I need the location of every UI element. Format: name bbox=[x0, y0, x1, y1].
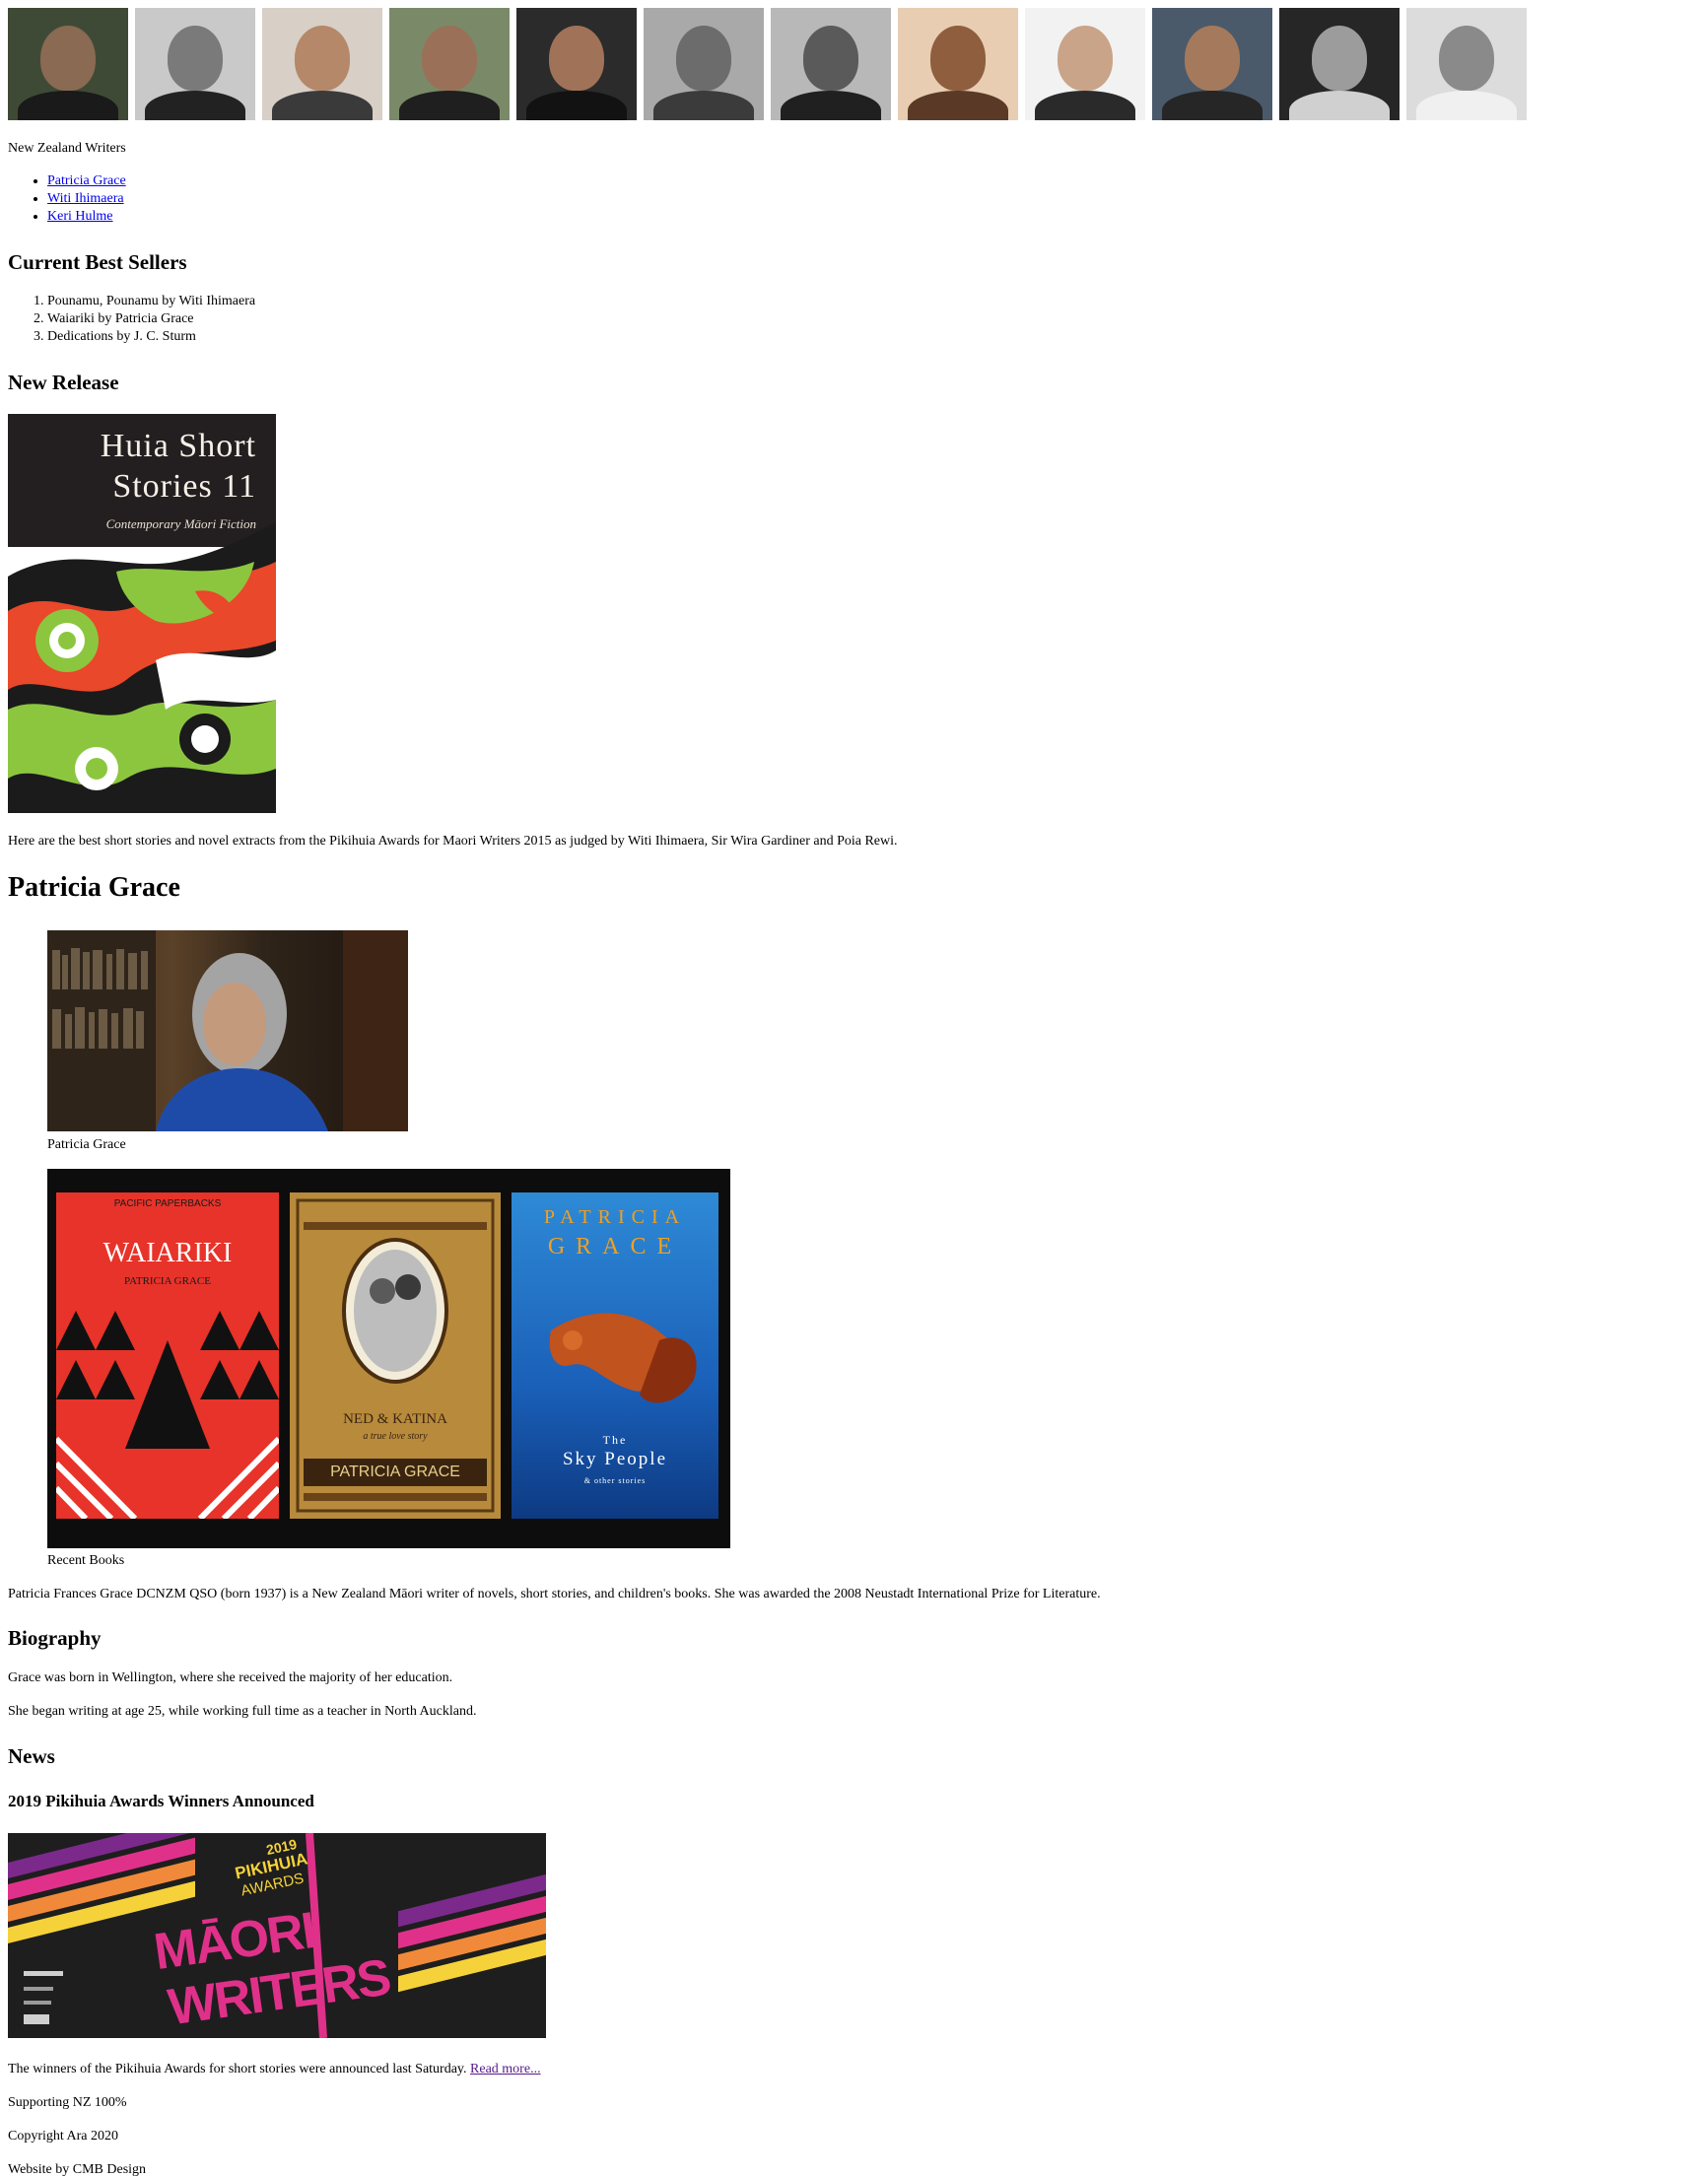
portrait-11 bbox=[1279, 8, 1400, 120]
author-name-heading: Patricia Grace bbox=[8, 872, 180, 903]
news-item-title: 2019 Pikihuia Awards Winners Announced bbox=[8, 1792, 314, 1810]
portrait-shoulders bbox=[1289, 91, 1390, 120]
bio-paragraph: She began writing at age 25, while worki… bbox=[8, 1704, 477, 1719]
sky-people-subtitle: & other stories bbox=[583, 1476, 647, 1485]
book-cover-ned-katina: NED & KATINA a true love story PATRICIA … bbox=[290, 1192, 501, 1519]
nav-link-patricia-grace[interactable]: Patricia Grace bbox=[47, 173, 126, 188]
portrait-face bbox=[295, 26, 350, 91]
footer-credit: Website by CMB Design bbox=[8, 2162, 147, 2177]
bookshelf-background bbox=[47, 930, 408, 1131]
recent-books-photo: PACIFIC PAPERBACKS WAIARIKI PATRICIA GRA… bbox=[47, 1169, 730, 1548]
portrait-face bbox=[1058, 26, 1113, 91]
news-heading: News bbox=[8, 1744, 55, 1768]
portrait-12 bbox=[1406, 8, 1527, 120]
sky-people-the: The bbox=[602, 1433, 628, 1447]
portrait-face bbox=[549, 26, 604, 91]
portrait-face bbox=[676, 26, 731, 91]
portrait-shoulders bbox=[653, 91, 754, 120]
portrait-shoulders bbox=[1416, 91, 1517, 120]
portrait-shoulders bbox=[272, 91, 373, 120]
portrait-3 bbox=[262, 8, 382, 120]
portrait-face bbox=[422, 26, 477, 91]
bestseller-item: Waiariki by Patricia Grace bbox=[47, 310, 255, 328]
portrait-4 bbox=[389, 8, 510, 120]
portrait-10 bbox=[1152, 8, 1272, 120]
portrait-shoulders bbox=[526, 91, 627, 120]
news-summary: The winners of the Pikihuia Awards for s… bbox=[8, 2062, 467, 2076]
author-portrait-strip bbox=[8, 8, 1700, 120]
bio-paragraph: Grace was born in Wellington, where she … bbox=[8, 1670, 453, 1685]
page: New Zealand Writers Patricia Grace Witi … bbox=[8, 8, 1700, 2177]
portrait-face bbox=[930, 26, 986, 91]
portrait-1 bbox=[8, 8, 128, 120]
ned-katina-subtitle: a true love story bbox=[363, 1431, 428, 1442]
new-release-heading: New Release bbox=[8, 371, 119, 394]
portrait-shoulders bbox=[781, 91, 881, 120]
bestsellers-list: Pounamu, Pounamu by Witi Ihimaera Waiari… bbox=[8, 293, 255, 346]
portrait-8 bbox=[898, 8, 1018, 120]
footer-supporting: Supporting NZ 100% bbox=[8, 2095, 127, 2110]
portrait-face bbox=[1185, 26, 1240, 91]
author-intro: Patricia Frances Grace DCNZM QSO (born 1… bbox=[8, 1587, 1101, 1601]
recent-books-caption: Recent Books bbox=[47, 1553, 125, 1568]
nav-link-witi-ihimaera[interactable]: Witi Ihimaera bbox=[47, 191, 124, 206]
nav-item: Patricia Grace bbox=[47, 172, 126, 190]
portrait-shoulders bbox=[399, 91, 500, 120]
site-title: New Zealand Writers bbox=[8, 141, 126, 156]
portrait-face bbox=[40, 26, 96, 91]
portrait-shoulders bbox=[1035, 91, 1135, 120]
portrait-2 bbox=[135, 8, 255, 120]
bestseller-item: Dedications by J. C. Sturm bbox=[47, 328, 255, 346]
footer-copyright: Copyright Ara 2020 bbox=[8, 2129, 118, 2144]
author-photo-figure: Patricia Grace bbox=[47, 930, 408, 1153]
ned-katina-author: PATRICIA GRACE bbox=[330, 1463, 460, 1480]
book-cover-sky-people: PATRICIA GRACE The Sky People & other st… bbox=[512, 1192, 718, 1519]
nav-link-keri-hulme[interactable]: Keri Hulme bbox=[47, 209, 112, 224]
koru-pattern bbox=[8, 522, 276, 813]
huia-short-stories-cover: Huia Short Stories 11 Contemporary Māori… bbox=[8, 414, 276, 813]
news-text: The winners of the Pikihuia Awards for s… bbox=[8, 2062, 541, 2077]
read-more-link[interactable]: Read more... bbox=[470, 2062, 541, 2076]
portrait-shoulders bbox=[1162, 91, 1263, 120]
recent-books-figure: PACIFIC PAPERBACKS WAIARIKI PATRICIA GRA… bbox=[47, 1169, 730, 1569]
portrait-7 bbox=[771, 8, 891, 120]
waiariki-pattern bbox=[56, 1311, 279, 1519]
nav-item: Witi Ihimaera bbox=[47, 190, 126, 208]
portrait-9 bbox=[1025, 8, 1145, 120]
portrait-shoulders bbox=[18, 91, 118, 120]
sky-people-title: Sky People bbox=[562, 1449, 668, 1469]
new-release-blurb: Here are the best short stories and nove… bbox=[8, 834, 898, 849]
portrait-face bbox=[803, 26, 858, 91]
bestseller-item: Pounamu, Pounamu by Witi Ihimaera bbox=[47, 293, 255, 310]
portrait-shoulders bbox=[145, 91, 245, 120]
portrait-shoulders bbox=[908, 91, 1008, 120]
portrait-face bbox=[168, 26, 223, 91]
book-cover-waiariki: PACIFIC PAPERBACKS WAIARIKI PATRICIA GRA… bbox=[56, 1192, 279, 1519]
bestsellers-heading: Current Best Sellers bbox=[8, 250, 187, 274]
portrait-6 bbox=[644, 8, 764, 120]
portrait-face bbox=[1312, 26, 1367, 91]
author-nav: Patricia Grace Witi Ihimaera Keri Hulme bbox=[8, 172, 126, 226]
biography-heading: Biography bbox=[8, 1626, 102, 1650]
author-photo-caption: Patricia Grace bbox=[47, 1137, 126, 1152]
pikihuia-awards-banner: 2019 PIKIHUIA AWARDS MĀORI WRITERS bbox=[8, 1833, 546, 2038]
portrait-5 bbox=[516, 8, 637, 120]
nav-item: Keri Hulme bbox=[47, 208, 126, 226]
portrait-face bbox=[1439, 26, 1494, 91]
author-photo bbox=[47, 930, 408, 1131]
ned-katina-title: NED & KATINA bbox=[343, 1411, 447, 1427]
